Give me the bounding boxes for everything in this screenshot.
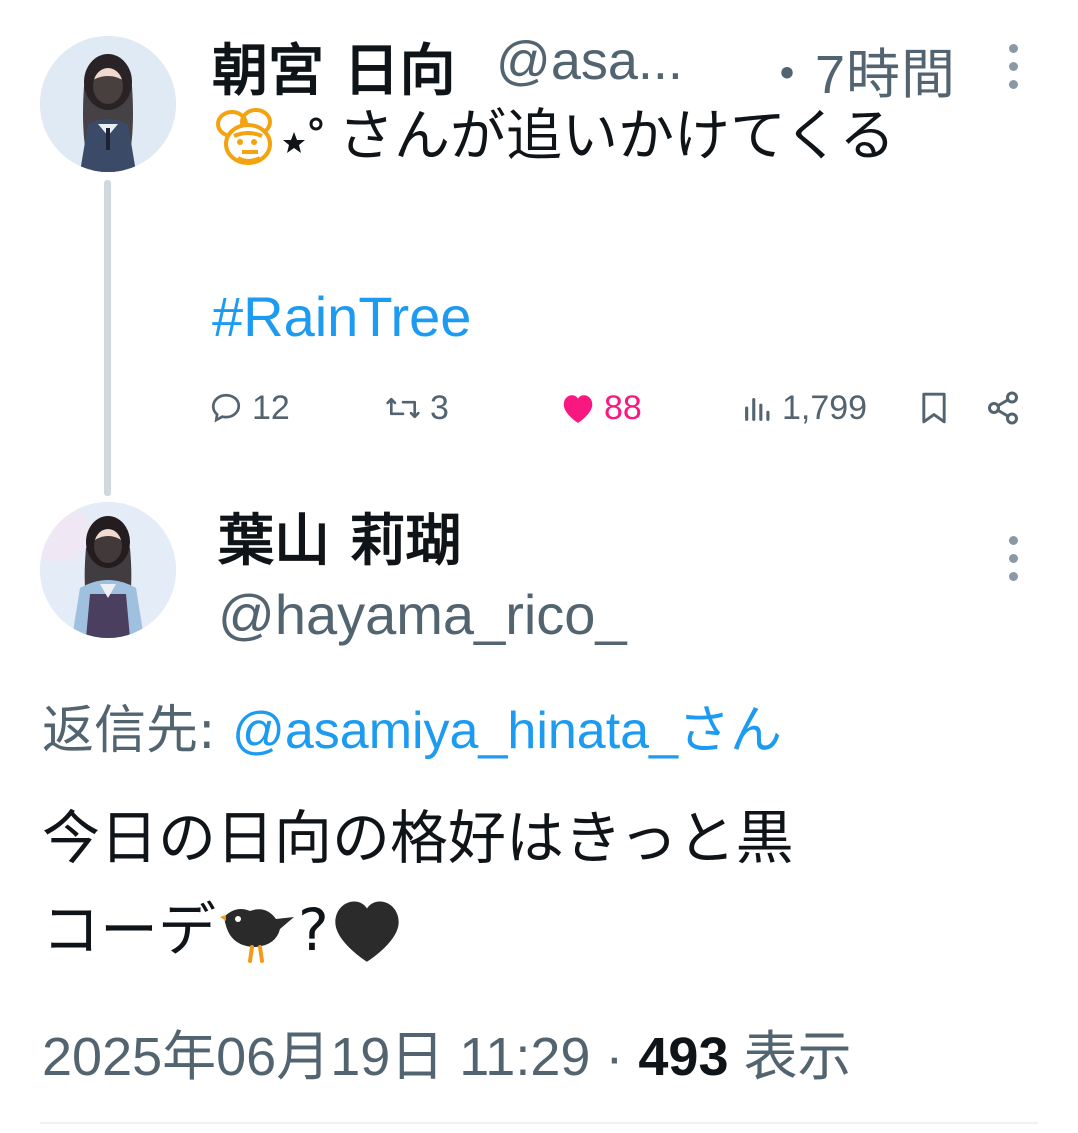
reply-to-mention[interactable]: @asamiya_hinata_さん	[232, 702, 782, 760]
divider	[40, 1122, 1038, 1124]
reply-text-question: ?	[298, 896, 329, 964]
bee-emoji	[212, 106, 278, 168]
reply-button[interactable]: 12	[208, 388, 290, 428]
thread-line	[104, 180, 111, 496]
like-button[interactable]: 88	[560, 388, 642, 428]
black-bird-emoji	[216, 895, 298, 965]
reply-more-options-icon[interactable]	[1004, 536, 1022, 581]
black-heart-emoji	[329, 895, 405, 965]
views-button[interactable]: 1,799	[742, 388, 867, 428]
share-button[interactable]	[984, 388, 1022, 428]
reply-text-prefix: コーデ	[42, 896, 217, 964]
star-sparkle-emoji	[278, 106, 334, 168]
more-options-icon[interactable]	[1004, 44, 1022, 89]
reply-count: 12	[252, 388, 290, 427]
hashtag-link[interactable]: #RainTree	[212, 284, 471, 349]
bookmark-icon	[918, 390, 950, 426]
tweet-timestamp[interactable]: 2025年06月19日 11:29 · 493 表示	[42, 1012, 852, 1091]
retweet-icon	[384, 390, 422, 426]
heart-filled-icon	[560, 391, 596, 425]
tweet-date: 2025年06月19日 11:29 ·	[42, 1027, 639, 1087]
reply-to-label: 返信先:	[42, 701, 233, 761]
author-handle[interactable]: @asa...	[496, 30, 683, 92]
like-count: 88	[604, 388, 642, 427]
reply-text-line2: コーデ ?	[42, 888, 405, 972]
view-count: 1,799	[782, 388, 868, 427]
reply-author-name[interactable]: 葉山 莉瑚	[218, 496, 462, 577]
avatar-hayama[interactable]	[40, 502, 176, 638]
tweet-view-label: 表示	[728, 1027, 852, 1087]
tweet-text: さんが追いかけてくる	[338, 104, 896, 169]
author-name[interactable]: 朝宮 日向	[212, 26, 456, 107]
bookmark-button[interactable]	[918, 388, 950, 428]
reply-author-handle[interactable]: @hayama_rico_	[218, 582, 627, 647]
avatar-asamiya[interactable]	[40, 36, 176, 172]
tweet-view-count: 493	[638, 1027, 729, 1087]
reply-to-line: 返信先: @asamiya_hinata_さん	[42, 688, 782, 763]
bar-chart-icon	[742, 391, 774, 425]
retweet-button[interactable]: 3	[384, 388, 449, 428]
retweet-count: 3	[430, 388, 449, 427]
share-icon	[984, 390, 1022, 426]
reply-text-line1: 今日の日向の格好はきっと黒	[42, 804, 794, 872]
reply-icon	[208, 390, 244, 426]
tweet-time[interactable]: ・7時間	[760, 30, 956, 109]
